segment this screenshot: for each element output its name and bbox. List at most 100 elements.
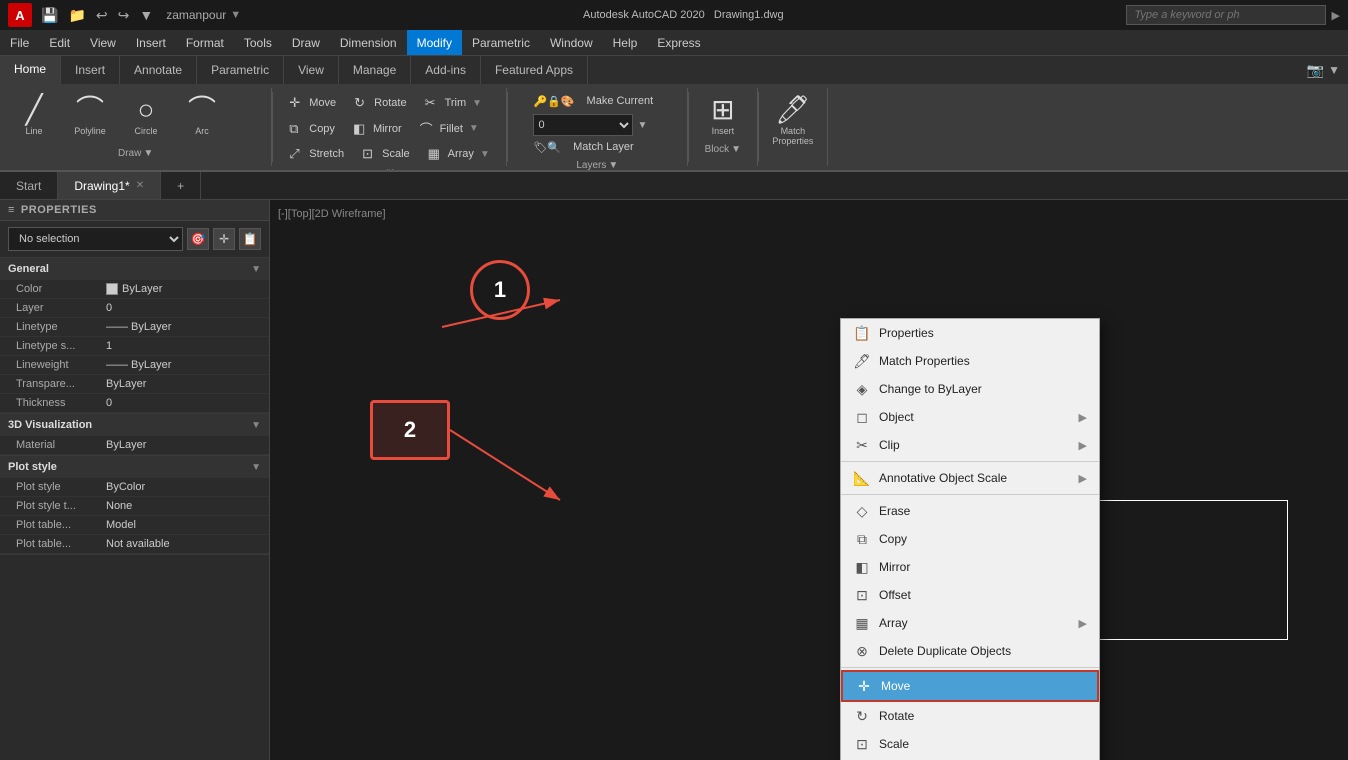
menu-modify[interactable]: Modify — [407, 30, 462, 55]
menu-object[interactable]: ◻ Object ▶ — [841, 403, 1099, 431]
modify-stretch-btn[interactable]: ⤢Stretch — [281, 143, 352, 165]
menu-match-properties[interactable]: 🖊 Match Properties — [841, 347, 1099, 375]
modify-rotate-btn[interactable]: ↻Rotate — [346, 92, 414, 114]
ribbon-group-modify: ✛Move ↻Rotate ✂Trim ▼ ⧉Copy ◧Mirror — [273, 88, 507, 166]
general-section: General ▼ Color ByLayer Layer 0 Linetype… — [0, 258, 269, 414]
ribbon-camera-icon[interactable]: 📷 — [1307, 62, 1324, 79]
general-section-header[interactable]: General ▼ — [0, 258, 269, 280]
tab-view[interactable]: View — [284, 56, 339, 84]
open-btn[interactable]: 📁 — [65, 7, 88, 24]
menu-change-bylayer[interactable]: ◈ Change to ByLayer — [841, 375, 1099, 403]
object-selector[interactable]: No selection — [8, 227, 183, 251]
menu-edit[interactable]: Edit — [39, 30, 80, 55]
tab-featured[interactable]: Featured Apps — [481, 56, 588, 84]
layers-group-label[interactable]: Layers ▼ — [576, 160, 618, 170]
title-bar: A 💾 📁 ↩ ↪ ▼ zamanpour ▼ Autodesk AutoCAD… — [0, 0, 1348, 30]
viz3d-header[interactable]: 3D Visualization ▼ — [0, 414, 269, 436]
annotation-1: 1 — [470, 260, 530, 320]
menu-rotate[interactable]: ↻ Rotate — [841, 702, 1099, 730]
tab-start[interactable]: Start — [0, 172, 58, 199]
menu-clip[interactable]: ✂ Clip ▶ — [841, 431, 1099, 459]
menu-array[interactable]: ▦ Array ▶ — [841, 609, 1099, 637]
menu-insert[interactable]: Insert — [126, 30, 176, 55]
move-icon: ✛ — [855, 677, 873, 695]
tab-home[interactable]: Home — [0, 56, 61, 84]
ribbon-arrow-icon[interactable]: ▼ — [1328, 63, 1340, 77]
layer-selector[interactable]: 0 — [533, 114, 633, 136]
prop-layer: Layer 0 — [0, 299, 269, 318]
menu-delete-dup[interactable]: ⊗ Delete Duplicate Objects — [841, 637, 1099, 665]
layer-group-icons: 🔑🔒🎨 — [533, 95, 574, 108]
tab-addins[interactable]: Add-ins — [411, 56, 481, 84]
save-btn[interactable]: 💾 — [38, 7, 61, 24]
match-layer-btn[interactable]: Match Layer — [565, 138, 642, 156]
tab-parametric[interactable]: Parametric — [197, 56, 284, 84]
menu-window[interactable]: Window — [540, 30, 603, 55]
block-group-label[interactable]: Block ▼ — [705, 144, 741, 155]
menu-erase[interactable]: ◇ Erase — [841, 497, 1099, 525]
plotstyle-header[interactable]: Plot style ▼ — [0, 456, 269, 478]
close-tab-icon[interactable]: ✕ — [136, 180, 144, 191]
prop-material: Material ByLayer — [0, 436, 269, 455]
modify-array-btn[interactable]: ▦Array ▼ — [420, 143, 498, 165]
menu-view[interactable]: View — [80, 30, 126, 55]
prop-plotstyle: Plot style ByColor — [0, 478, 269, 497]
object-arrow: ▶ — [1079, 411, 1087, 424]
menu-dimension[interactable]: Dimension — [330, 30, 407, 55]
menu-move[interactable]: ✛ Move — [841, 670, 1099, 702]
modify-trim-btn[interactable]: ✂Trim ▼ — [417, 92, 491, 114]
modify-group-label[interactable]: Modify ▼ — [281, 169, 498, 170]
add-tab-btn[interactable]: + — [161, 172, 201, 199]
modify-mirror-btn[interactable]: ◧Mirror — [345, 116, 410, 141]
annotation-2: 2 — [370, 400, 450, 460]
menu-format[interactable]: Format — [176, 30, 234, 55]
annotation-arrows — [270, 200, 1348, 760]
make-current-btn[interactable]: Make Current — [579, 92, 662, 110]
menu-tools[interactable]: Tools — [234, 30, 282, 55]
menu-express[interactable]: Express — [647, 30, 710, 55]
redo-btn[interactable]: ↪ — [115, 7, 133, 24]
modify-scale-btn[interactable]: ⊡Scale — [354, 143, 418, 165]
sep3 — [841, 667, 1099, 668]
modify-fillet-btn[interactable]: ⌒Fillet ▼ — [412, 116, 487, 141]
draw-group-label[interactable]: Draw ▼ — [8, 148, 263, 159]
ribbon-content: ╱ Line ⌒ Polyline ○ Circle ⌒ Arc Draw ▼ — [0, 84, 1348, 170]
ribbon-group-block: ⊞ Insert Block ▼ — [689, 88, 758, 166]
tab-drawing1[interactable]: Drawing1* ✕ — [58, 172, 161, 199]
menu-draw[interactable]: Draw — [282, 30, 330, 55]
menu-file[interactable]: File — [0, 30, 39, 55]
layer-dropdown-arrow[interactable]: ▼ — [637, 120, 647, 131]
menu-scale[interactable]: ⊡ Scale — [841, 730, 1099, 758]
ribbon-group-properties: 🖊 MatchProperties — [759, 88, 828, 166]
undo-btn[interactable]: ↩ — [93, 7, 111, 24]
menu-properties[interactable]: 📋 Properties — [841, 319, 1099, 347]
draw-circle-btn[interactable]: ○ Circle — [120, 92, 172, 140]
dropdown-btn[interactable]: ▼ — [136, 7, 156, 23]
tab-insert[interactable]: Insert — [61, 56, 120, 84]
modify-copy-btn[interactable]: ⧉Copy — [281, 116, 343, 141]
search-input[interactable] — [1126, 5, 1326, 25]
menu-parametric[interactable]: Parametric — [462, 30, 540, 55]
tab-annotate[interactable]: Annotate — [120, 56, 197, 84]
profile-dropdown[interactable]: ▼ — [230, 9, 241, 21]
draw-arc-btn[interactable]: ⌒ Arc — [176, 92, 228, 140]
draw-polyline-btn[interactable]: ⌒ Polyline — [64, 92, 116, 140]
menu-copy[interactable]: ⧉ Copy — [841, 525, 1099, 553]
search-arrow[interactable]: ▶ — [1332, 9, 1340, 22]
ribbon-tabs: Home Insert Annotate Parametric View Man… — [0, 56, 1348, 84]
object-icon: ◻ — [853, 408, 871, 426]
list-icon-btn[interactable]: 📋 — [239, 228, 261, 250]
plus-icon-btn[interactable]: ✛ — [213, 228, 235, 250]
menu-annotative-scale[interactable]: 📐 Annotative Object Scale ▶ — [841, 464, 1099, 492]
menu-help[interactable]: Help — [603, 30, 648, 55]
menu-mirror[interactable]: ◧ Mirror — [841, 553, 1099, 581]
tab-manage[interactable]: Manage — [339, 56, 411, 84]
target-icon-btn[interactable]: 🎯 — [187, 228, 209, 250]
draw-line-btn[interactable]: ╱ Line — [8, 92, 60, 140]
menu-offset[interactable]: ⊡ Offset — [841, 581, 1099, 609]
modify-move-btn[interactable]: ✛Move — [281, 92, 344, 114]
prop-color: Color ByLayer — [0, 280, 269, 299]
match-properties-btn[interactable]: 🖊 MatchProperties — [767, 92, 819, 150]
profile-name: zamanpour — [166, 8, 226, 22]
insert-btn[interactable]: ⊞ Insert — [697, 92, 749, 140]
